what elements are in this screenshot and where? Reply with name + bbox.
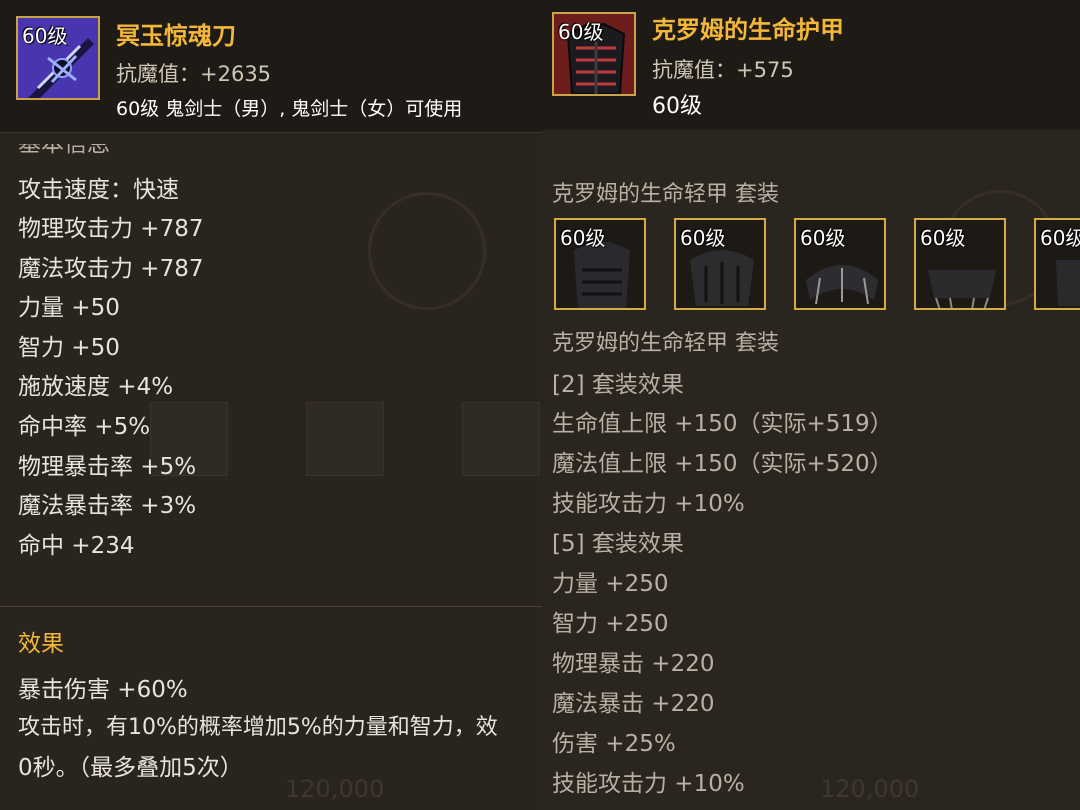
stat-cast-speed: 施放速度 +4% (18, 374, 174, 400)
set-piece-slot[interactable]: 60级 (554, 218, 646, 310)
set-effect-line: 魔法值上限 +150（实际+520） (552, 451, 893, 477)
set-effect-header-5: [5] 套装效果 (552, 531, 684, 557)
effect-line: 暴击伤害 +60% (18, 677, 188, 703)
level-badge: 60级 (558, 20, 604, 44)
set-name: 克罗姆的生命轻甲 套装 (552, 331, 779, 356)
set-effect-line: 生命值上限 +150（实际+519） (552, 411, 893, 437)
set-effect-line: 技能攻击力 +10% (552, 771, 745, 797)
weapon-icon-frame: 60级 (16, 16, 100, 100)
armor-tooltip: 120,000 60级 克罗姆的生命护甲 抗魔值：+575 60级 克罗姆的生命… (542, 0, 1080, 810)
level-badge: 60级 (680, 226, 726, 250)
set-piece-slot[interactable]: 60级 (794, 218, 886, 310)
set-title: 克罗姆的生命轻甲 套装 (552, 182, 779, 207)
background-price: 120,000 (820, 775, 920, 803)
item-name: 冥玉惊魂刀 (116, 22, 236, 50)
level-badge: 60级 (22, 24, 68, 48)
set-effect-line: 力量 +250 (552, 571, 669, 597)
level-badge: 60级 (560, 226, 606, 250)
level-badge: 60级 (1040, 226, 1080, 250)
stat-accuracy: 命中 +234 (18, 533, 135, 559)
item-name: 克罗姆的生命护甲 (652, 16, 844, 44)
set-effect-line: 智力 +250 (552, 611, 669, 637)
anti-magic-value: 抗魔值：+2635 (116, 62, 272, 86)
set-effect-line: 伤害 +25% (552, 731, 676, 757)
anti-magic-value: 抗魔值：+575 (652, 58, 794, 82)
background-slot (462, 402, 540, 476)
armor-icon-frame: 60级 (552, 12, 636, 96)
background-slot (306, 402, 384, 476)
set-effect-line: 物理暴击 +220 (552, 651, 715, 677)
stat-attack-speed: 攻击速度：快速 (18, 177, 179, 203)
stat-magic-crit: 魔法暴击率 +3% (18, 493, 197, 519)
stat-physical-attack: 物理攻击力 +787 (18, 216, 204, 242)
stat-hit-rate: 命中率 +5% (18, 414, 151, 440)
set-effect-line: 魔法暴击 +220 (552, 691, 715, 717)
stat-magic-attack: 魔法攻击力 +787 (18, 256, 204, 282)
usable-classes: 60级 鬼剑士（男）, 鬼剑士（女）可使用 (116, 98, 463, 120)
set-piece-slot[interactable]: 60级 (1034, 218, 1080, 310)
set-piece-slot[interactable]: 60级 (914, 218, 1006, 310)
stat-physical-crit: 物理暴击率 +5% (18, 454, 197, 480)
set-effect-line: 技能攻击力 +10% (552, 491, 745, 517)
set-effect-header-2: [2] 套装效果 (552, 372, 684, 398)
set-piece-slot[interactable]: 60级 (674, 218, 766, 310)
background-emblem (368, 192, 486, 310)
level-badge: 60级 (800, 226, 846, 250)
effect-line: 攻击时，有10%的概率增加5%的力量和智力，效 (18, 715, 498, 740)
item-level: 60级 (652, 94, 702, 119)
level-badge: 60级 (920, 226, 966, 250)
weapon-tooltip: 120,000 60级 冥玉惊魂刀 抗魔值：+2635 60级 鬼剑士（男）, … (0, 0, 542, 810)
effect-line: 0秒。（最多叠加5次） (18, 755, 243, 781)
background-price: 120,000 (285, 775, 385, 803)
stat-intelligence: 智力 +50 (18, 335, 120, 361)
tooltip-header: 60级 克罗姆的生命护甲 抗魔值：+575 60级 (542, 0, 1080, 130)
tooltip-header: 60级 冥玉惊魂刀 抗魔值：+2635 60级 鬼剑士（男）, 鬼剑士（女）可使… (0, 0, 542, 133)
section-divider (0, 606, 542, 607)
stat-strength: 力量 +50 (18, 295, 120, 321)
effect-heading: 效果 (18, 631, 64, 657)
